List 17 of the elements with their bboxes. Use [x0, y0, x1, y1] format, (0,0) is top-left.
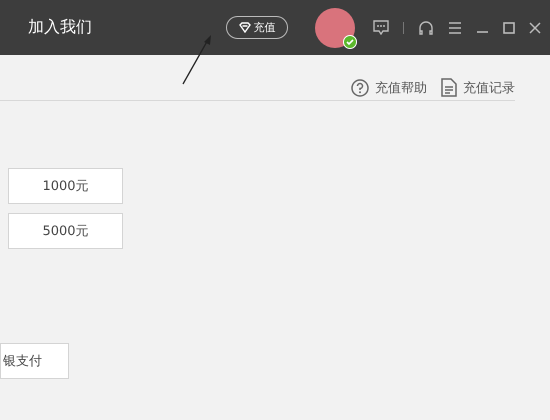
menu-icon[interactable]: [448, 22, 462, 34]
recharge-button[interactable]: 充值: [226, 16, 288, 39]
maximize-icon[interactable]: [503, 22, 515, 34]
record-link[interactable]: 充值记录: [441, 75, 515, 100]
help-link[interactable]: 充值帮助: [351, 75, 427, 100]
close-icon[interactable]: [529, 22, 541, 34]
message-icon[interactable]: [373, 20, 389, 35]
help-icon: [351, 78, 369, 96]
window-title: 加入我们: [28, 17, 92, 38]
annotation-arrow: [180, 34, 214, 86]
headset-icon[interactable]: [418, 20, 434, 36]
avatar[interactable]: [315, 8, 355, 48]
payment-button[interactable]: 银支付: [0, 343, 69, 379]
amount-option[interactable]: 1000元: [8, 168, 123, 204]
amount-option[interactable]: 5000元: [8, 213, 123, 249]
document-icon: [441, 78, 457, 97]
diamond-icon: [238, 22, 250, 33]
